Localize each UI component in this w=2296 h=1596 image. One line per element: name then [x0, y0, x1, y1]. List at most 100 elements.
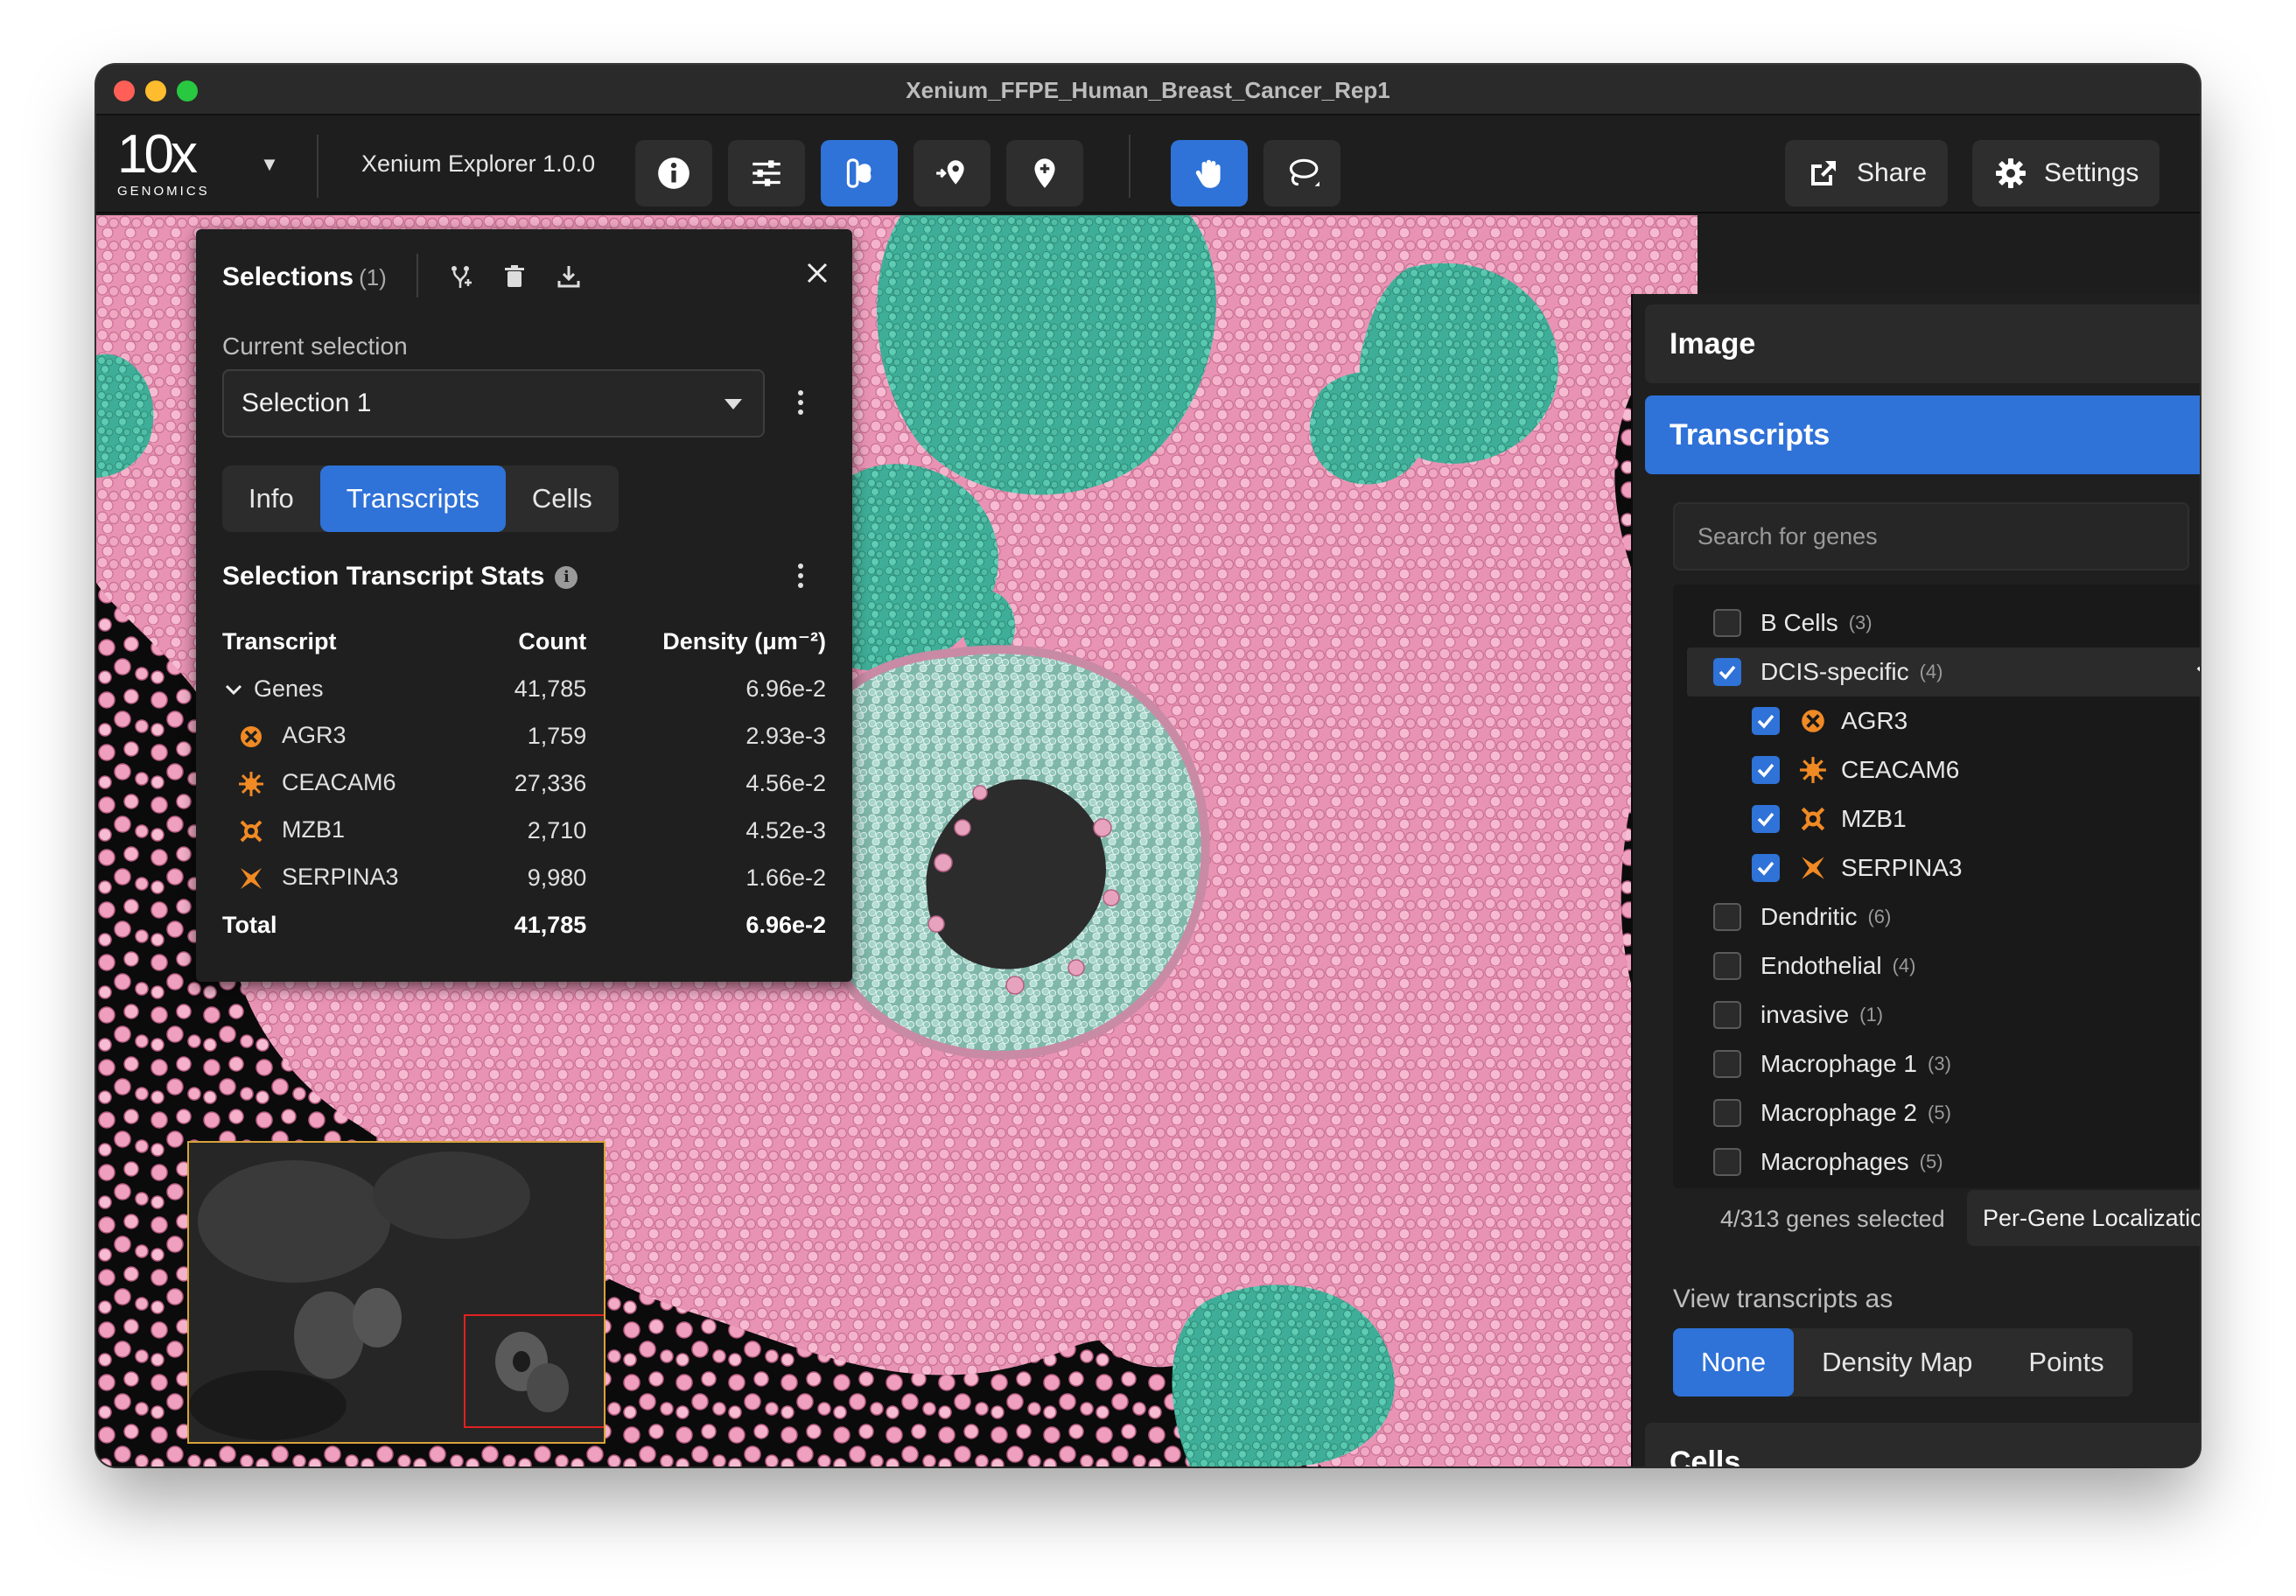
adjust-controls-button[interactable]	[728, 140, 805, 206]
current-selection-label: Current selection	[222, 332, 408, 360]
chevron-down-icon[interactable]	[224, 680, 243, 699]
close-icon	[807, 262, 828, 284]
list-item[interactable]: Macrophages (5)	[1713, 1138, 2200, 1186]
logo-menu-caret-icon[interactable]: ▼	[252, 147, 287, 182]
gene-search-field[interactable]	[1673, 502, 2189, 570]
col-density: Density (μm⁻²)	[662, 627, 826, 654]
list-item[interactable]: DCIS-specific (4)	[1687, 648, 2200, 696]
genes-group-row[interactable]: Genes 41,785 6.96e-2	[222, 665, 826, 712]
total-density: 6.96e-2	[746, 911, 826, 938]
list-item[interactable]: AGR3	[1752, 696, 2200, 746]
current-selection-dropdown[interactable]: Selection 1	[222, 369, 765, 438]
toolbar: 10x GENOMICS ▼ Xenium Explorer 1.0.0 Sha…	[96, 116, 2200, 214]
selection-more-button[interactable]	[788, 385, 814, 420]
app-version-label: Xenium Explorer 1.0.0	[361, 150, 596, 177]
table-row: SERPINA3 9,980 1.66e-2	[222, 854, 826, 901]
list-item[interactable]: Macrophage 2 (5)	[1713, 1088, 2200, 1138]
col-transcript: Transcript	[222, 627, 337, 654]
gene-count: 1,759	[527, 722, 587, 749]
checkbox[interactable]	[1713, 609, 1741, 637]
download-icon	[557, 266, 580, 288]
lasso-icon	[1289, 158, 1320, 186]
pan-tool-button[interactable]	[1171, 140, 1248, 206]
share-button[interactable]: Share	[1785, 140, 1949, 206]
gear-icon	[1996, 158, 2026, 188]
selection-tool-button[interactable]	[821, 140, 898, 206]
logo-subtitle: GENOMICS	[117, 184, 210, 199]
list-item[interactable]: MZB1	[1752, 794, 2200, 844]
sliders-icon	[752, 160, 780, 186]
group-count: (4)	[1892, 955, 1916, 976]
gene-search-input[interactable]	[1675, 504, 2188, 569]
group-count: (4)	[1919, 661, 1943, 682]
stats-more-button[interactable]	[788, 558, 814, 593]
list-item[interactable]: B Cells (3)	[1713, 598, 2200, 648]
per-gene-localization-button[interactable]: Per-Gene Localization	[1967, 1190, 2200, 1246]
image-section-header[interactable]: Image	[1645, 304, 2200, 383]
download-selection-button[interactable]	[551, 259, 586, 294]
list-item[interactable]: Macrophage 1 (3)	[1713, 1040, 2200, 1088]
tab-transcripts[interactable]: Transcripts	[319, 466, 506, 532]
selections-header-divider	[416, 254, 418, 298]
sun-burst-icon	[1800, 757, 1826, 783]
group-count: (6)	[1867, 906, 1892, 928]
lasso-tool-button[interactable]	[1264, 140, 1340, 206]
table-row: MZB1 2,710 4.52e-3	[222, 807, 826, 854]
group-label: B Cells	[1760, 609, 1838, 636]
right-settings-panel: Image Transcripts B Cells (3) DCIS-speci…	[1631, 294, 2200, 1466]
check-icon	[1757, 714, 1774, 729]
list-item[interactable]: SERPINA3	[1752, 844, 2200, 892]
list-item[interactable]: Dendritic (6)	[1713, 892, 2200, 942]
x-circle-icon	[241, 725, 262, 747]
view-mode-points[interactable]: Points	[2000, 1328, 2132, 1396]
group-label: Macrophages	[1760, 1148, 1909, 1175]
checkbox-checked[interactable]	[1752, 854, 1780, 882]
check-icon	[1757, 763, 1774, 778]
stats-info-icon[interactable]: i	[555, 566, 578, 589]
transcripts-section-header[interactable]: Transcripts	[1645, 396, 2200, 474]
view-mode-segmented-control: None Density Map Points	[1673, 1328, 2132, 1396]
gene-name: SERPINA3	[282, 864, 399, 891]
list-item[interactable]: invasive (1)	[1713, 990, 2200, 1040]
cells-section-title: Cells	[1670, 1446, 1741, 1466]
checkbox[interactable]	[1713, 903, 1741, 931]
view-transcripts-as-label: View transcripts as	[1673, 1284, 1894, 1313]
cells-section-header[interactable]: Cells	[1645, 1423, 2200, 1466]
selections-title-text: Selections	[222, 262, 354, 291]
selections-panel: Selections (1) Current selection Selectio…	[196, 229, 852, 982]
merge-selection-button[interactable]	[443, 259, 478, 294]
checkbox[interactable]	[1713, 1148, 1741, 1176]
toolbar-divider	[1129, 135, 1130, 198]
checkbox[interactable]	[1713, 952, 1741, 980]
add-pin-button[interactable]	[1006, 140, 1083, 206]
delete-selection-button[interactable]	[497, 259, 532, 294]
table-header-row: Transcript Count Density (μm⁻²)	[222, 618, 826, 665]
chevron-down-icon[interactable]	[2194, 660, 2200, 684]
checkbox-checked[interactable]	[1752, 756, 1780, 784]
view-mode-none[interactable]: None	[1673, 1328, 1795, 1396]
close-selections-button[interactable]	[800, 256, 835, 290]
group-count: (5)	[1919, 1151, 1943, 1172]
checkbox-checked[interactable]	[1752, 805, 1780, 833]
view-mode-density-map[interactable]: Density Map	[1794, 1328, 2000, 1396]
brand-logo[interactable]: 10x GENOMICS	[117, 128, 231, 201]
title-bar: Xenium_FFPE_Human_Breast_Cancer_Rep1	[96, 65, 2200, 116]
list-item[interactable]: CEACAM6	[1752, 746, 2200, 794]
overview-minimap[interactable]	[187, 1141, 606, 1444]
gene-label: SERPINA3	[1841, 854, 1963, 881]
checkbox-checked[interactable]	[1752, 707, 1780, 735]
checkbox[interactable]	[1713, 1050, 1741, 1078]
checkbox[interactable]	[1713, 1099, 1741, 1127]
tab-info[interactable]: Info	[222, 466, 320, 532]
checkbox-checked[interactable]	[1713, 658, 1741, 686]
tab-cells[interactable]: Cells	[506, 466, 619, 532]
navigate-to-location-button[interactable]	[914, 140, 990, 206]
checkbox[interactable]	[1713, 1001, 1741, 1029]
list-item[interactable]: Endothelial (4)	[1713, 942, 2200, 990]
genes-count: 41,785	[514, 675, 587, 702]
viewport-indicator[interactable]	[464, 1314, 604, 1428]
settings-button[interactable]: Settings	[1972, 140, 2160, 206]
x-circle-icon	[1802, 710, 1824, 732]
info-button[interactable]	[635, 140, 712, 206]
branch-merge-icon	[452, 266, 472, 288]
